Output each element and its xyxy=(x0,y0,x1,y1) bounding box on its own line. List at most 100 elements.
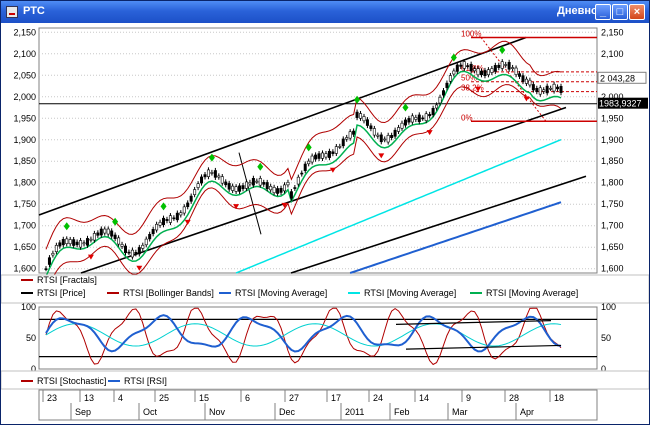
candle-body xyxy=(144,238,148,246)
title-bar[interactable]: РТС Дневной _ □ × xyxy=(1,1,649,23)
y-tick-right: 2,100 xyxy=(601,49,624,59)
candle-body xyxy=(85,238,89,246)
candle-body xyxy=(272,187,276,194)
candle-body xyxy=(265,182,269,190)
candle-body xyxy=(490,68,494,73)
candle-body xyxy=(148,234,152,240)
candle-body xyxy=(459,64,463,67)
candle-body xyxy=(113,234,117,239)
candle-body xyxy=(162,217,166,226)
candle-body xyxy=(251,178,255,186)
time-axis: 23 13 4 25 15 6 27 17 24 14 9 28 18 Sep Oct Nov Dec 2011 F… xyxy=(38,389,598,421)
candle-body xyxy=(493,65,497,72)
candle-body xyxy=(186,202,190,208)
candle-body xyxy=(68,239,72,245)
candle-body xyxy=(47,257,51,265)
oscillator-panel[interactable]: 100 10050 500 0 xyxy=(21,302,616,374)
osc-legend-label: RTSI [Stochastic] xyxy=(37,376,106,386)
candle-body xyxy=(524,78,528,84)
candle-body xyxy=(130,249,134,258)
candle-body xyxy=(193,189,197,195)
candle-body xyxy=(286,182,290,186)
candle-body xyxy=(334,146,338,154)
candle-body xyxy=(410,115,414,123)
y-tick-left: 1,750 xyxy=(13,199,36,209)
app-icon xyxy=(6,6,18,18)
y-tick-left: 1,850 xyxy=(13,156,36,166)
day-label: 6 xyxy=(245,393,250,403)
legend-label: RTSI [Fractals] xyxy=(37,275,97,285)
osc-y-tick-left: 100 xyxy=(21,302,36,312)
legend-label: RTSI [Moving Average] xyxy=(486,288,578,298)
candle-body xyxy=(469,63,473,72)
maximize-button[interactable]: □ xyxy=(612,4,628,20)
legend-label: RTSI [Moving Average] xyxy=(235,288,327,298)
candle-body xyxy=(362,116,366,122)
candle-body xyxy=(234,186,238,192)
candle-body xyxy=(348,131,352,139)
candle-body xyxy=(514,67,518,75)
candle-body xyxy=(276,188,280,194)
y-tick-left: 1,600 xyxy=(13,264,36,274)
day-label: 4 xyxy=(118,393,123,403)
candle-body xyxy=(137,247,141,255)
candle-body xyxy=(296,176,300,185)
osc-y-tick-right: 100 xyxy=(601,302,616,312)
candle-body xyxy=(455,64,459,72)
candle-body xyxy=(424,113,428,121)
candle-body xyxy=(92,233,96,241)
candle-body xyxy=(400,122,404,129)
y-tick-right: 1,850 xyxy=(601,156,624,166)
candle-body xyxy=(338,146,342,148)
month-label: Oct xyxy=(143,407,158,417)
chart-area[interactable]: 2,1502,1502,1002,1002,0502,0502,0002,000… xyxy=(1,23,649,425)
month-label: Apr xyxy=(520,407,534,417)
candle-body xyxy=(390,135,394,138)
fib-level-label: 100% xyxy=(461,29,481,38)
candle-body xyxy=(172,217,176,220)
candle-body xyxy=(445,82,449,88)
candle-body xyxy=(435,104,439,109)
day-label: 23 xyxy=(47,393,57,403)
candle-body xyxy=(327,150,331,158)
candle-body xyxy=(483,70,487,77)
candle-body xyxy=(99,228,103,236)
close-button[interactable]: × xyxy=(629,4,645,20)
day-label: 13 xyxy=(84,393,94,403)
month-label: Sep xyxy=(75,407,91,417)
candle-body xyxy=(511,67,515,69)
osc-legend-label: RTSI [RSI] xyxy=(124,376,167,386)
candle-body xyxy=(168,215,172,223)
day-label: 9 xyxy=(466,393,471,403)
minimize-button[interactable]: _ xyxy=(595,4,611,20)
price-panel[interactable]: 2,1502,1502,1002,1002,0502,0502,0002,000… xyxy=(13,27,648,293)
month-label: Nov xyxy=(209,407,226,417)
candle-body xyxy=(403,119,407,126)
candle-body xyxy=(397,127,401,132)
candle-body xyxy=(61,239,65,246)
candle-body xyxy=(549,87,553,90)
candle-body xyxy=(203,174,207,178)
candle-body xyxy=(127,251,131,254)
candle-body xyxy=(175,212,179,221)
candle-body xyxy=(386,135,390,143)
candle-body xyxy=(379,134,383,143)
candle-body xyxy=(182,206,186,214)
y-tick-left: 1,950 xyxy=(13,113,36,123)
candle-body xyxy=(282,184,286,192)
oscillator-legend: RTSI [Stochastic] RTSI [RSI] xyxy=(1,370,649,390)
candle-body xyxy=(220,176,224,184)
candle-body xyxy=(224,181,228,186)
day-label: 25 xyxy=(159,393,169,403)
candle-body xyxy=(289,191,293,199)
candle-body xyxy=(213,170,217,178)
candle-body xyxy=(82,242,86,245)
candle-body xyxy=(65,238,69,245)
y-tick-left: 2,150 xyxy=(13,27,36,37)
candle-body xyxy=(141,244,145,249)
candle-body xyxy=(72,239,76,246)
candle-body xyxy=(383,138,387,141)
candle-body xyxy=(556,86,560,90)
candle-body xyxy=(538,87,542,95)
candle-body xyxy=(51,252,55,256)
